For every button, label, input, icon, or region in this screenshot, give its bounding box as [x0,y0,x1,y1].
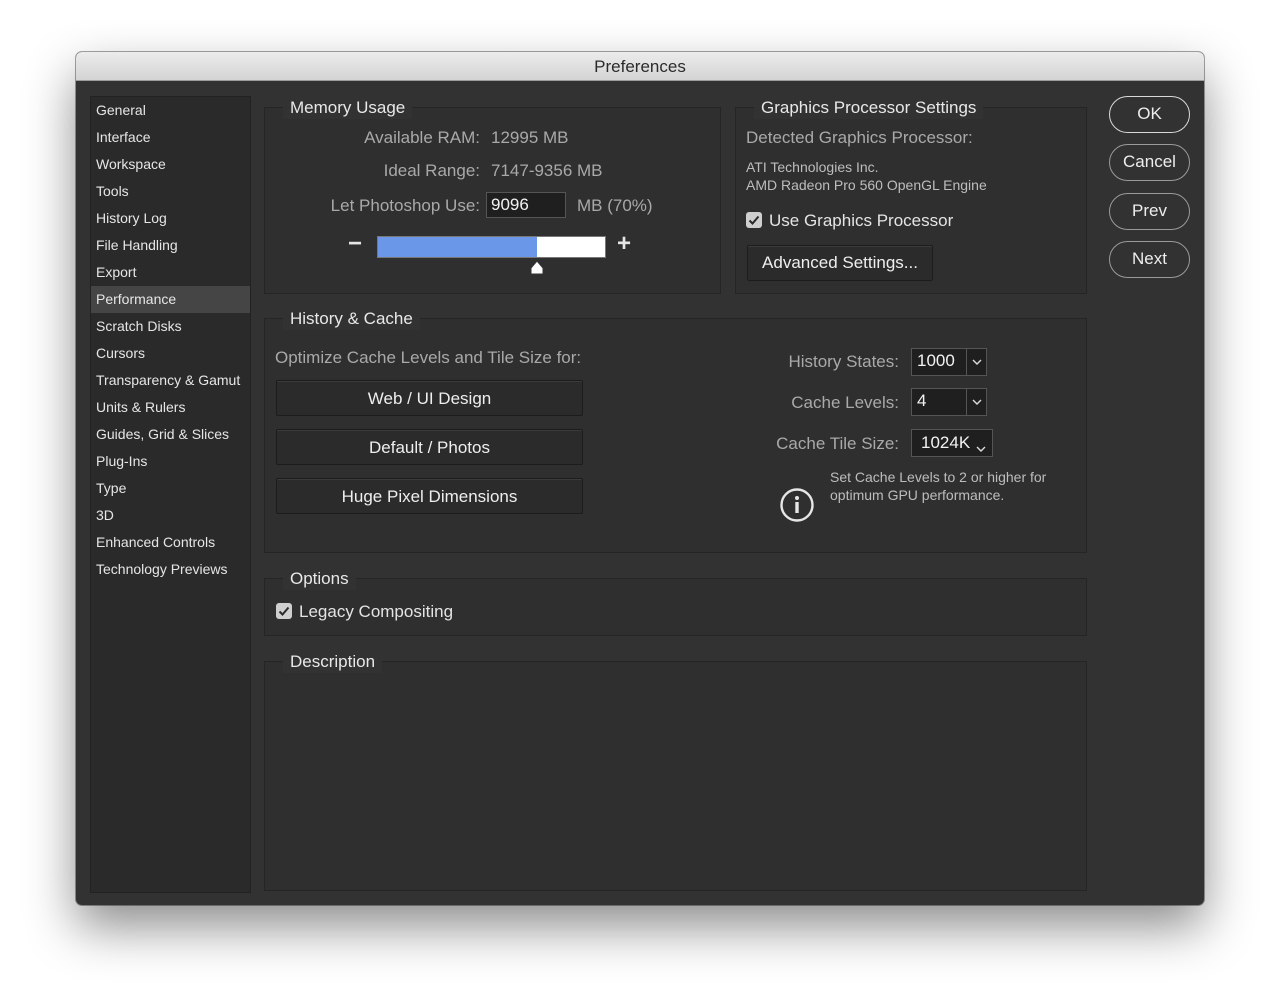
cache-levels-value: 4 [917,391,927,410]
sidebar-item-transparency-gamut[interactable]: Transparency & Gamut [91,367,250,394]
photoshop-use-suffix: MB (70%) [577,196,653,215]
sidebar-item-interface[interactable]: Interface [91,124,250,151]
preferences-window: Preferences General Interface Workspace Too… [76,52,1204,905]
window-title: Preferences [76,52,1204,81]
ok-button[interactable]: OK [1109,96,1190,133]
ideal-range-label: Ideal Range: [383,161,480,180]
info-text-line1: Set Cache Levels to 2 or higher for [830,469,1047,485]
minus-icon[interactable]: − [348,232,366,256]
sidebar-item-general[interactable]: General [91,97,250,124]
history-cache-title: History & Cache [283,308,420,330]
sidebar-item-plug-ins[interactable]: Plug-Ins [91,448,250,475]
sidebar-item-export[interactable]: Export [91,259,250,286]
advanced-settings-button[interactable]: Advanced Settings... [747,245,933,281]
photoshop-use-input[interactable]: 9096 [486,192,566,218]
tile-size-value: 1024K [921,433,971,452]
prev-button[interactable]: Prev [1109,193,1190,230]
sidebar-item-enhanced-controls[interactable]: Enhanced Controls [91,529,250,556]
sidebar-item-tools[interactable]: Tools [91,178,250,205]
checkmark-icon [748,215,760,225]
photoshop-use-label: Let Photoshop Use: [330,196,480,215]
cache-levels-label: Cache Levels: [791,393,899,412]
available-ram-label: Available RAM: [364,128,480,147]
cancel-button[interactable]: Cancel [1109,144,1190,181]
detected-gpu-label: Detected Graphics Processor: [746,128,973,147]
gpu-model: AMD Radeon Pro 560 OpenGL Engine [746,177,987,193]
chevron-down-icon [976,437,986,457]
sidebar-item-3d[interactable]: 3D [91,502,250,529]
chevron-down-icon [966,389,986,415]
sidebar-item-units-rulers[interactable]: Units & Rulers [91,394,250,421]
plus-icon[interactable]: + [617,232,635,256]
sidebar-item-technology-previews[interactable]: Technology Previews [91,556,250,583]
info-icon [780,488,814,522]
memory-slider-fill [378,237,537,257]
sidebar-item-performance[interactable]: Performance [91,286,250,313]
checkmark-icon [278,606,290,616]
options-title: Options [283,568,356,590]
memory-slider-track[interactable] [377,236,606,258]
optimize-label: Optimize Cache Levels and Tile Size for: [275,348,582,367]
info-text-line2: optimum GPU performance. [830,487,1005,503]
gpu-settings-title: Graphics Processor Settings [754,97,984,119]
legacy-compositing-checkbox[interactable] [276,603,292,619]
gpu-vendor: ATI Technologies Inc. [746,159,879,175]
sidebar-item-type[interactable]: Type [91,475,250,502]
available-ram-value: 12995 MB [491,128,569,147]
description-title: Description [283,651,383,673]
tile-size-label: Cache Tile Size: [776,434,899,453]
sidebar-item-file-handling[interactable]: File Handling [91,232,250,259]
description-group: Description [264,651,1087,891]
ideal-range-value: 7147-9356 MB [491,161,603,180]
next-button[interactable]: Next [1109,241,1190,278]
history-states-label: History States: [788,352,899,371]
preset-default-photos-button[interactable]: Default / Photos [276,429,583,465]
tile-size-select[interactable]: 1024K [911,429,993,457]
sidebar-item-guides-grid-slices[interactable]: Guides, Grid & Slices [91,421,250,448]
history-states-select[interactable]: 1000 [911,348,987,376]
sidebar-item-workspace[interactable]: Workspace [91,151,250,178]
sidebar-item-cursors[interactable]: Cursors [91,340,250,367]
memory-usage-title: Memory Usage [283,97,413,119]
sidebar: General Interface Workspace Tools History Lo… [90,96,251,893]
history-states-value: 1000 [917,351,955,370]
use-gpu-label[interactable]: Use Graphics Processor [769,211,953,231]
preset-huge-pixel-button[interactable]: Huge Pixel Dimensions [276,478,583,514]
preset-web-ui-button[interactable]: Web / UI Design [276,380,583,416]
sidebar-item-scratch-disks[interactable]: Scratch Disks [91,313,250,340]
use-gpu-checkbox[interactable] [746,212,762,228]
legacy-compositing-label[interactable]: Legacy Compositing [299,602,453,622]
slider-thumb-icon[interactable] [529,260,545,276]
sidebar-item-history-log[interactable]: History Log [91,205,250,232]
cache-levels-select[interactable]: 4 [911,388,987,416]
chevron-down-icon [966,349,986,375]
